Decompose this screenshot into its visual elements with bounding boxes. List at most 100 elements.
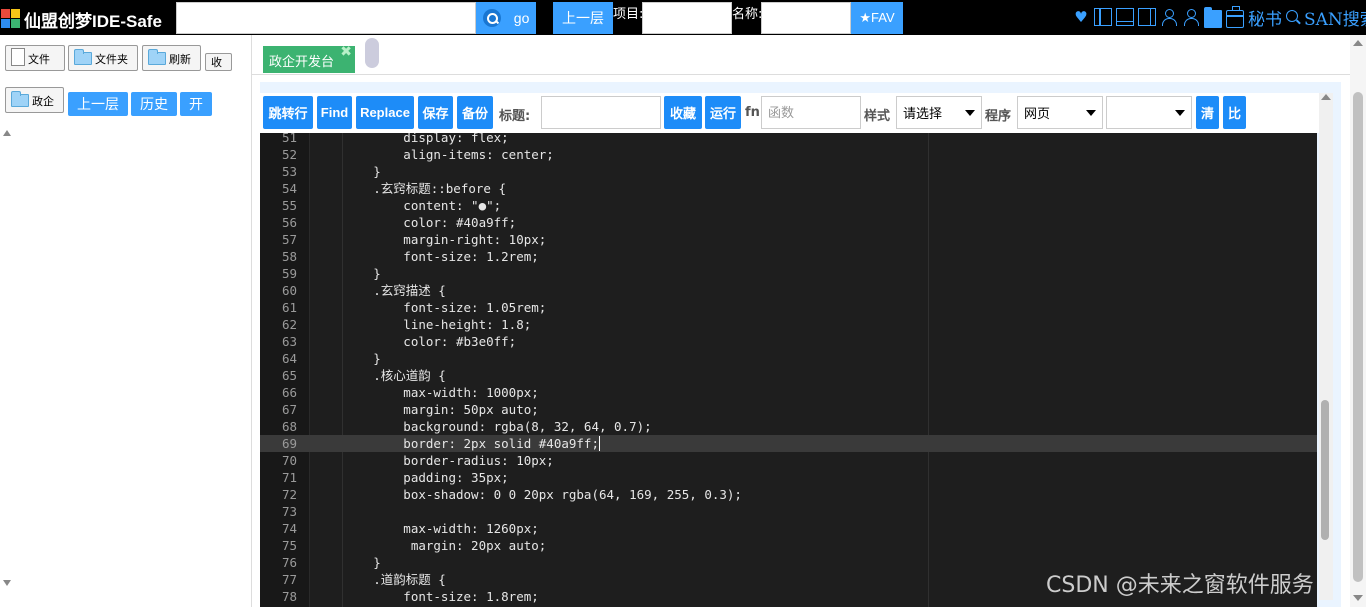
sidebar-scroll-down-icon[interactable] [3, 580, 11, 586]
clear-button[interactable]: 清 [1196, 96, 1219, 129]
sidebar-scroll-up-icon[interactable] [3, 130, 11, 136]
new-file-label: 文件 [28, 53, 50, 66]
save-button[interactable]: 保存 [418, 96, 453, 129]
line-number: 68 [281, 419, 297, 434]
close-icon[interactable]: ✖ [340, 44, 352, 60]
new-file-button[interactable]: 文件 [5, 45, 65, 71]
program-select[interactable]: 网页 [1017, 96, 1103, 129]
tab-scrollbar[interactable] [365, 38, 379, 68]
code-line[interactable]: 60 .玄窍描述 { [260, 282, 1317, 299]
scroll-up-icon[interactable] [1353, 40, 1363, 46]
line-number: 51 [281, 133, 297, 145]
collapse-button[interactable]: 收 [205, 53, 232, 71]
code-line[interactable]: 65 .核心道韵 { [260, 367, 1317, 384]
page-scroll-thumb[interactable] [1353, 92, 1363, 582]
code-line[interactable]: 72 box-shadow: 0 0 20px rgba(64, 169, 25… [260, 486, 1317, 503]
title-label: 标题: [499, 109, 531, 124]
briefcase-icon[interactable] [1226, 6, 1244, 28]
toggle-bottom-panel-icon[interactable] [1116, 8, 1134, 26]
new-folder-button[interactable]: 文件夹 [68, 45, 138, 71]
code-text: margin: 20px auto; [313, 538, 547, 553]
project-input[interactable] [642, 2, 732, 34]
code-line[interactable]: 53 } [260, 163, 1317, 180]
code-line[interactable]: 55 content: "●"; [260, 197, 1317, 214]
extra-select[interactable] [1106, 96, 1192, 129]
folder-icon[interactable] [1204, 6, 1222, 28]
code-line[interactable]: 71 padding: 35px; [260, 469, 1317, 486]
find-button[interactable]: Find [317, 96, 352, 129]
code-line[interactable]: 68 background: rgba(8, 32, 64, 0.7); [260, 418, 1317, 435]
path-input[interactable] [176, 2, 476, 34]
backup-button[interactable]: 备份 [457, 96, 493, 129]
line-number: 53 [281, 164, 297, 179]
line-number: 76 [281, 555, 297, 570]
compare-button[interactable]: 比 [1223, 96, 1246, 129]
line-number: 77 [281, 572, 297, 587]
heart-icon[interactable]: ♥ [1072, 8, 1090, 26]
code-line[interactable]: 73 [260, 503, 1317, 520]
name-input[interactable] [761, 2, 851, 34]
line-number: 52 [281, 147, 297, 162]
style-select[interactable]: 请选择 [896, 96, 982, 129]
title-input[interactable] [541, 96, 661, 129]
line-number: 69 [281, 436, 297, 451]
code-editor[interactable]: 51 display: flex; 52 align-items: center;… [260, 133, 1317, 607]
search-icon [482, 9, 501, 27]
style-label: 样式 [864, 109, 891, 124]
code-line[interactable]: 57 margin-right: 10px; [260, 231, 1317, 248]
page-scrollbar[interactable] [1350, 35, 1366, 607]
replace-button[interactable]: Replace [356, 96, 414, 129]
code-line[interactable]: 75 margin: 20px auto; [260, 537, 1317, 554]
code-line[interactable]: 62 line-height: 1.8; [260, 316, 1317, 333]
code-line[interactable]: 59 } [260, 265, 1317, 282]
fav-button[interactable]: ★FAV [851, 2, 903, 34]
code-line[interactable]: 54 .玄窍标题::before { [260, 180, 1317, 197]
function-input[interactable] [761, 96, 861, 129]
code-line[interactable]: 58 font-size: 1.2rem; [260, 248, 1317, 265]
code-line[interactable]: 70 border-radius: 10px; [260, 452, 1317, 469]
code-line[interactable]: 69 border: 2px solid #40a9ff; [260, 435, 1317, 452]
account-icon[interactable] [1182, 8, 1200, 26]
name-label: 名称: [732, 7, 763, 22]
code-line[interactable]: 61 font-size: 1.05rem; [260, 299, 1317, 316]
code-line[interactable]: 66 max-width: 1000px; [260, 384, 1317, 401]
tab-bar: 政企开发台 ✖ [252, 35, 1366, 75]
search-icon[interactable] [1286, 10, 1300, 24]
scroll-up-icon[interactable] [1321, 94, 1331, 100]
editor-scroll-thumb[interactable] [1321, 400, 1329, 540]
code-text: background: rgba(8, 32, 64, 0.7); [313, 419, 652, 434]
open-button[interactable]: 开 [180, 92, 212, 116]
code-text: align-items: center; [313, 147, 554, 162]
app-title: 仙盟创梦IDE-Safe [24, 12, 162, 31]
code-line[interactable]: 56 color: #40a9ff; [260, 214, 1317, 231]
code-line[interactable]: 51 display: flex; [260, 133, 1317, 146]
code-line[interactable]: 74 max-width: 1260px; [260, 520, 1317, 537]
run-button[interactable]: 运行 [705, 96, 741, 129]
tab-label: 政企开发台 [269, 55, 335, 70]
code-line[interactable]: 52 align-items: center; [260, 146, 1317, 163]
refresh-button[interactable]: 刷新 [142, 45, 201, 71]
secretary-link[interactable]: 秘书 [1248, 5, 1282, 30]
toggle-right-panel-icon[interactable] [1138, 8, 1156, 26]
top-up-level-button[interactable]: 上一层 [553, 2, 613, 34]
current-folder-button[interactable]: 政企 [5, 87, 64, 113]
line-number: 66 [281, 385, 297, 400]
history-button[interactable]: 历史 [131, 92, 177, 116]
editor-scrollbar[interactable] [1319, 93, 1333, 600]
chevron-down-icon [1175, 109, 1185, 116]
goto-line-button[interactable]: 跳转行 [263, 96, 313, 129]
user-icon[interactable] [1160, 8, 1178, 26]
sidebar-up-level-button[interactable]: 上一层 [68, 92, 128, 116]
code-text: .核心道韵 { [313, 368, 446, 383]
favorite-button[interactable]: 收藏 [664, 96, 702, 129]
line-number: 57 [281, 232, 297, 247]
line-number: 78 [281, 589, 297, 604]
code-line[interactable]: 64 } [260, 350, 1317, 367]
scroll-down-icon[interactable] [1353, 595, 1363, 601]
code-line[interactable]: 67 margin: 50px auto; [260, 401, 1317, 418]
san-search-link[interactable]: SAN搜索 [1304, 5, 1366, 30]
go-button[interactable]: go [476, 2, 536, 34]
tab-editor[interactable]: 政企开发台 ✖ [263, 44, 355, 73]
toggle-left-panel-icon[interactable] [1094, 8, 1112, 26]
code-line[interactable]: 63 color: #b3e0ff; [260, 333, 1317, 350]
